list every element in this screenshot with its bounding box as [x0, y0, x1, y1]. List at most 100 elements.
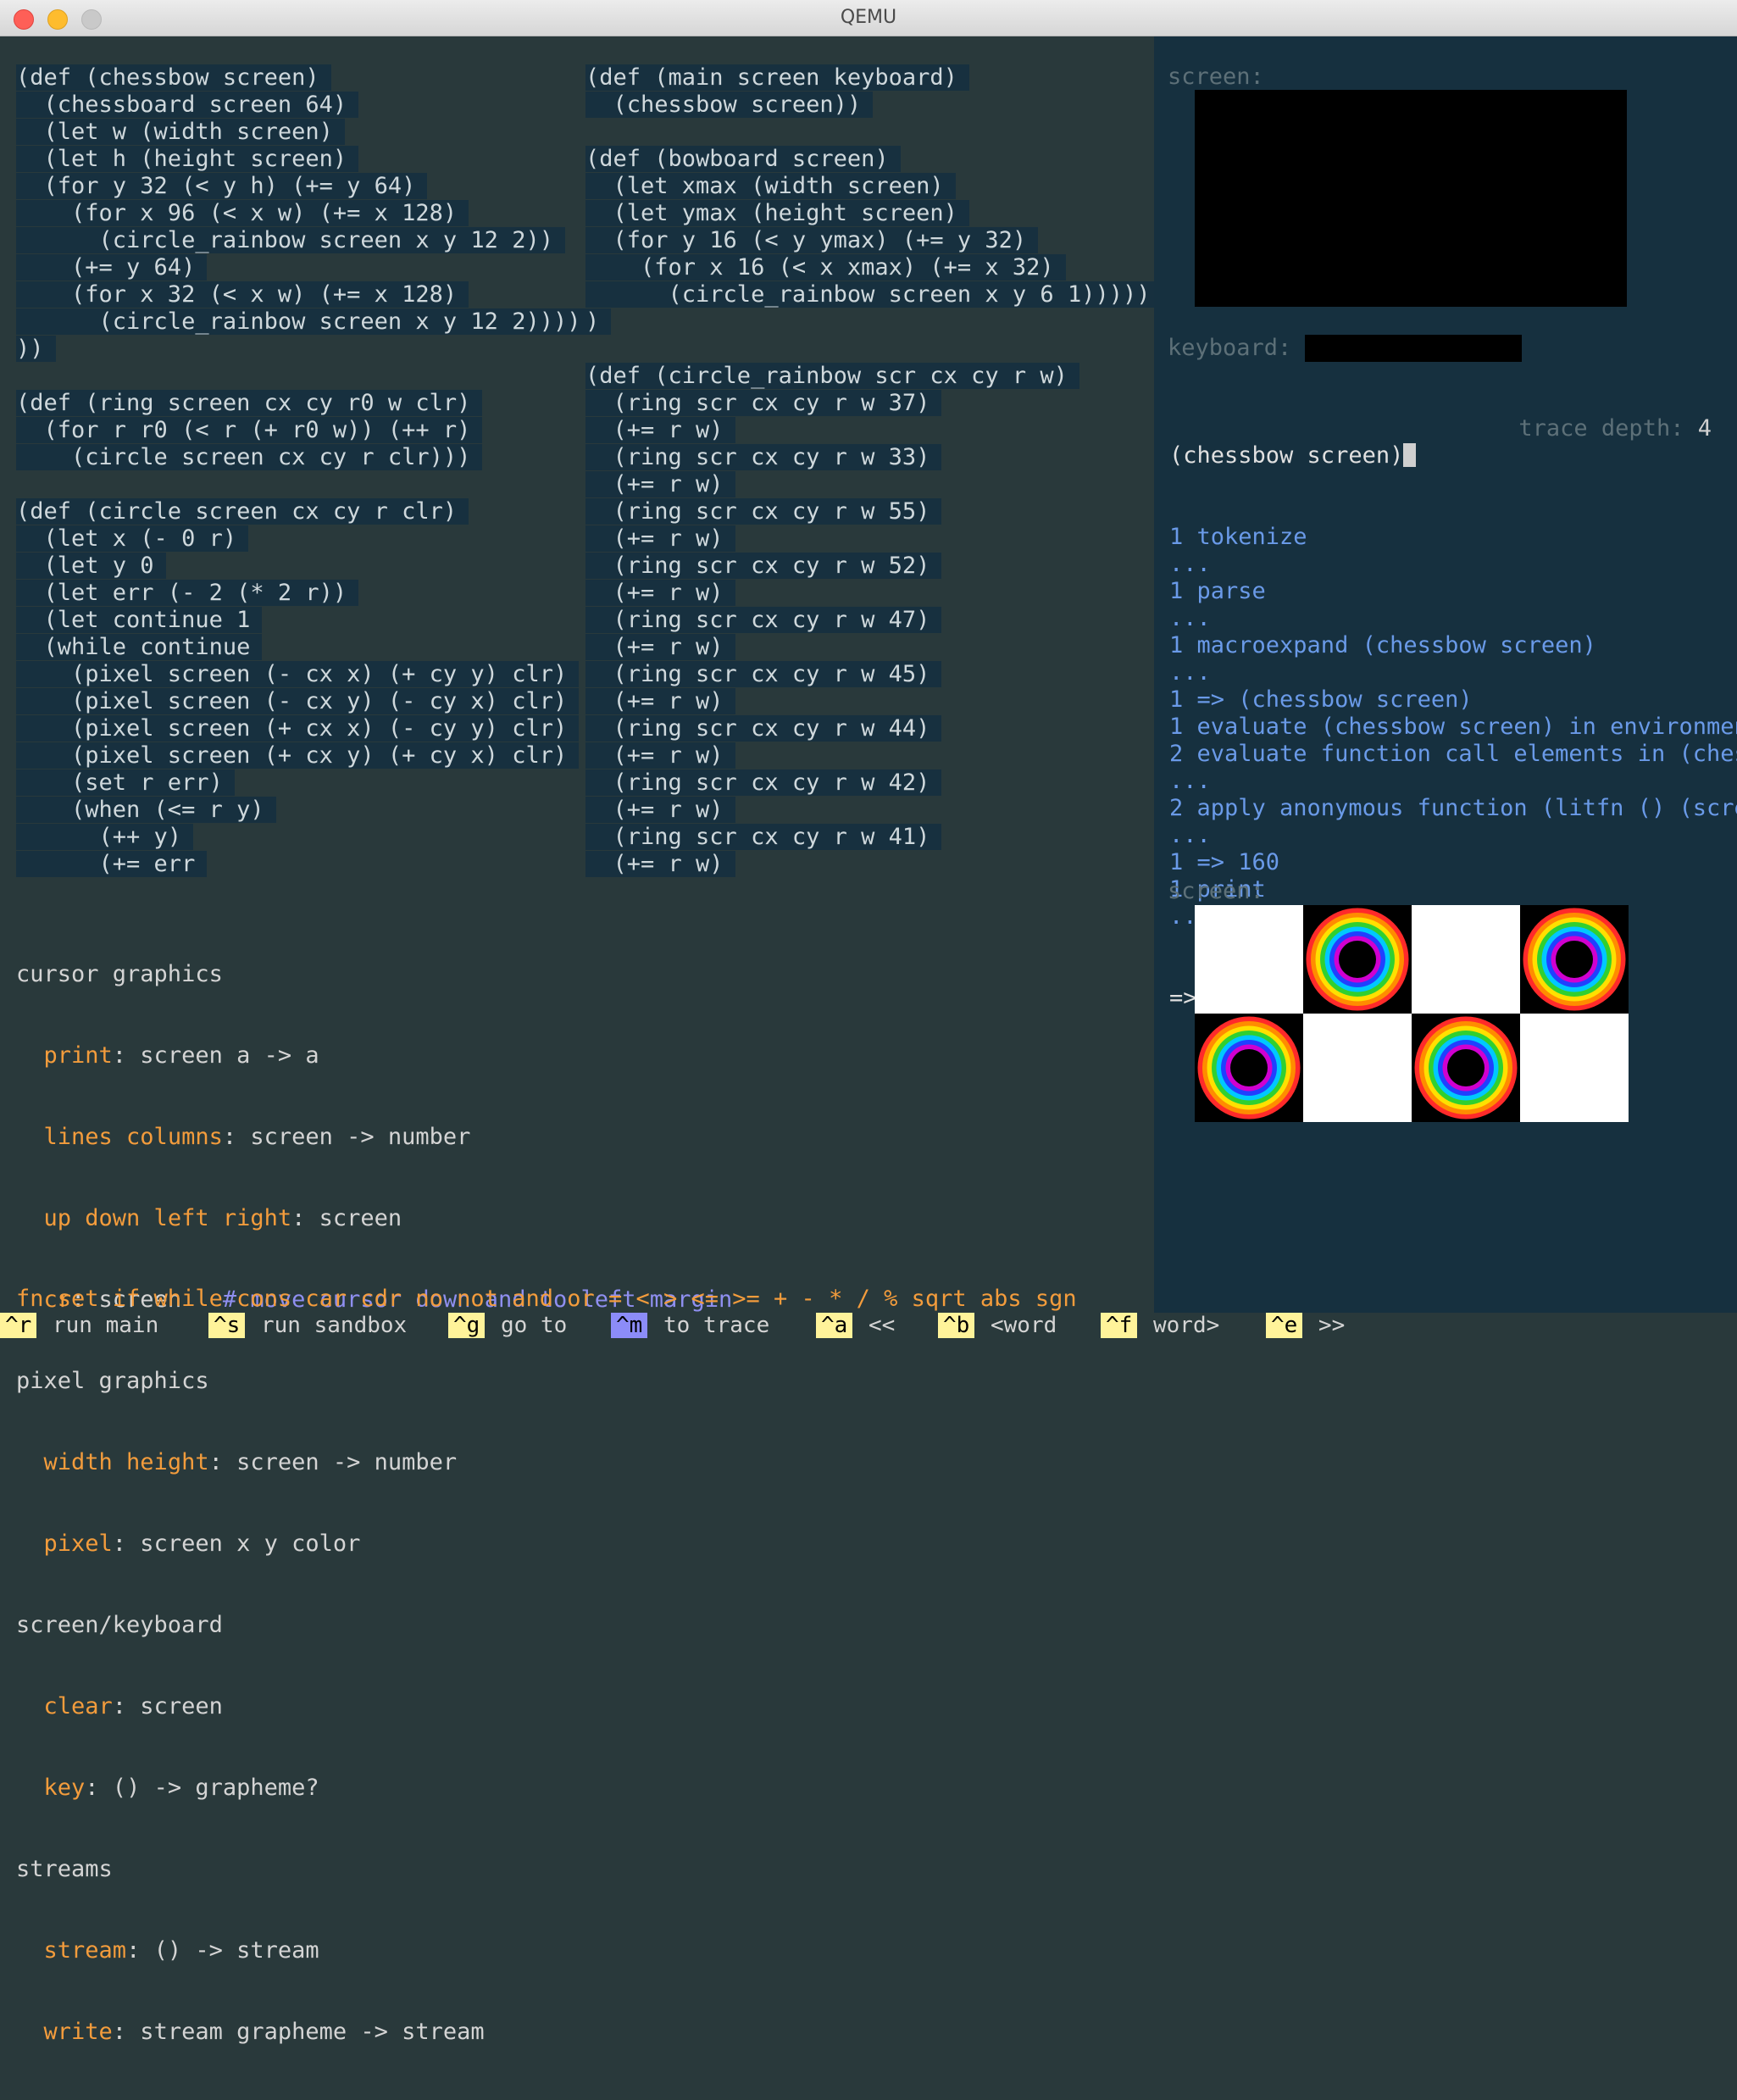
code-line[interactable]: (while continue — [16, 634, 592, 661]
code-line[interactable]: (pixel screen (- cx y) (- cy x) clr) — [16, 688, 592, 715]
code-line[interactable]: (pixel screen (+ cx x) (- cy y) clr) — [16, 715, 592, 742]
code-line[interactable]: (++ y) — [16, 824, 592, 851]
shortcut-label[interactable]: <word — [991, 1313, 1057, 1338]
code-line[interactable]: (circle_rainbow screen x y 12 2)))) — [16, 308, 593, 336]
trace-line[interactable]: ... — [1169, 768, 1737, 795]
code-line[interactable] — [16, 363, 592, 390]
shortcut-label[interactable]: to trace — [663, 1313, 769, 1338]
code-line[interactable]: (ring scr cx cy r w 45) — [585, 661, 1162, 688]
shortcut-label[interactable]: word> — [1153, 1313, 1219, 1338]
code-line[interactable]: (circle_rainbow screen x y 12 2)) — [16, 227, 592, 254]
code-line[interactable]: (for y 32 (< y h) (+= y 64) — [16, 173, 592, 200]
code-line[interactable]: (def (circle screen cx cy r clr) — [16, 498, 592, 525]
code-line[interactable]: (let w (width screen) — [16, 119, 592, 146]
text-cursor — [1403, 443, 1417, 467]
shortcut-label[interactable]: run main — [53, 1313, 158, 1338]
shortcut-key[interactable]: ^f — [1101, 1313, 1138, 1338]
shortcut-key[interactable]: ^g — [448, 1313, 486, 1338]
code-line[interactable]: (let h (height screen) — [16, 146, 592, 173]
trace-line[interactable]: 2 apply anonymous function (litfn () (sc… — [1169, 795, 1737, 822]
trace-line[interactable]: ... — [1169, 659, 1737, 686]
code-line[interactable]: (def (bowboard screen) — [585, 146, 1162, 173]
shortcut-key[interactable]: ^a — [816, 1313, 853, 1338]
code-line[interactable]: (ring scr cx cy r w 47) — [585, 607, 1162, 634]
shortcut-label[interactable]: << — [868, 1313, 895, 1338]
shortcut-key[interactable]: ^s — [208, 1313, 246, 1338]
keyboard-input[interactable] — [1305, 335, 1522, 362]
code-line[interactable]: (+= r w) — [585, 742, 1162, 769]
code-line[interactable]: (+= r w) — [585, 417, 1162, 444]
code-line[interactable]: (+= r w) — [585, 580, 1162, 607]
shortcut-key[interactable]: ^b — [938, 1313, 975, 1338]
trace-line[interactable]: 2 evaluate function call elements in (ch… — [1169, 741, 1737, 768]
code-line[interactable]: (+= r w) — [585, 525, 1162, 553]
code-line[interactable]: (set r err) — [16, 769, 592, 797]
sandbox-pane[interactable]: screen: keyboard: (chessbow screen) 1 to… — [1154, 36, 1737, 1313]
code-line[interactable] — [16, 471, 592, 498]
code-line[interactable]: (+= y 64) — [16, 254, 592, 281]
code-line[interactable]: (let err (- 2 (* 2 r)) — [16, 580, 592, 607]
code-line[interactable]: (+= r w) — [585, 797, 1162, 824]
definitions-column-2[interactable]: (def (main screen keyboard) (chessbow sc… — [585, 64, 1163, 878]
code-line[interactable]: (+= r w) — [585, 688, 1162, 715]
code-line[interactable]: (circle screen cx cy r clr))) — [16, 444, 592, 471]
code-line[interactable]: (ring scr cx cy r w 37) — [585, 390, 1162, 417]
code-line[interactable]: (for x 16 (< x xmax) (+= x 32) — [585, 254, 1162, 281]
code-line[interactable]: (+= r w) — [585, 634, 1162, 661]
code-line[interactable] — [585, 119, 1162, 146]
code-line[interactable]: (ring scr cx cy r w 55) — [585, 498, 1162, 525]
code-line[interactable]: (def (main screen keyboard) — [585, 64, 1162, 92]
code-line[interactable] — [585, 336, 1162, 363]
code-line-text: (circle_rainbow screen x y 12 2)))) — [16, 308, 593, 335]
code-line[interactable]: ) — [585, 308, 1162, 336]
trace-line[interactable]: ... — [1169, 822, 1737, 849]
code-line[interactable]: )) — [16, 336, 592, 363]
code-line[interactable]: (for x 32 (< x w) (+= x 128) — [16, 281, 592, 308]
code-line[interactable]: (def (ring screen cx cy r0 w clr) — [16, 390, 592, 417]
trace-line[interactable]: 1 macroexpand (chessbow screen) — [1169, 632, 1737, 659]
code-line[interactable]: (+= r w) — [585, 851, 1162, 878]
trace-line[interactable]: 1 parse — [1169, 578, 1737, 605]
rainbow-circle-cell — [1412, 1014, 1520, 1122]
shortcut-key[interactable]: ^m — [611, 1313, 648, 1338]
code-line[interactable]: (+= r w) — [585, 471, 1162, 498]
trace-line[interactable]: 1 => (chessbow screen) — [1169, 686, 1737, 714]
code-line[interactable]: (ring scr cx cy r w 44) — [585, 715, 1162, 742]
shortcut-key[interactable]: ^r — [0, 1313, 37, 1338]
code-line[interactable]: (let x (- 0 r) — [16, 525, 592, 553]
trace-line[interactable]: ... — [1169, 605, 1737, 632]
sandbox-input[interactable]: (chessbow screen) — [1169, 442, 1403, 469]
code-line[interactable]: (pixel screen (- cx x) (+ cy y) clr) — [16, 661, 592, 688]
shortcut-label[interactable]: run sandbox — [261, 1313, 407, 1338]
code-line[interactable]: (let xmax (width screen) — [585, 173, 1162, 200]
definitions-column-1[interactable]: (def (chessbow screen) (chessboard scree… — [16, 64, 593, 878]
definitions-pane[interactable]: (def (chessbow screen) (chessboard scree… — [0, 36, 1163, 2045]
code-line[interactable]: (when (<= r y) — [16, 797, 592, 824]
trace-line[interactable]: 1 evaluate (chessbow screen) in environm… — [1169, 714, 1737, 741]
code-line[interactable]: (for r r0 (< r (+ r0 w)) (++ r) — [16, 417, 592, 444]
code-line[interactable]: (for x 96 (< x w) (+= x 128) — [16, 200, 592, 227]
code-line[interactable]: (chessbow screen)) — [585, 92, 1162, 119]
code-line[interactable]: (def (chessbow screen) — [16, 64, 592, 92]
shortcut-label[interactable]: >> — [1318, 1313, 1345, 1338]
code-line-text: (for r r0 (< r (+ r0 w)) (++ r) — [16, 417, 483, 443]
code-line[interactable]: (+= err — [16, 851, 592, 878]
code-line[interactable]: (ring scr cx cy r w 41) — [585, 824, 1162, 851]
code-line-text: (+= r w) — [585, 742, 735, 769]
trace-line[interactable]: 1 => 160 — [1169, 849, 1737, 876]
shortcut-key[interactable]: ^e — [1266, 1313, 1303, 1338]
code-line[interactable]: (def (circle_rainbow scr cx cy r w) — [585, 363, 1162, 390]
code-line[interactable]: (for y 16 (< y ymax) (+= y 32) — [585, 227, 1162, 254]
code-line[interactable]: (pixel screen (+ cx y) (+ cy x) clr) — [16, 742, 592, 769]
trace-line[interactable]: 1 tokenize — [1169, 524, 1737, 551]
code-line[interactable]: (ring scr cx cy r w 42) — [585, 769, 1162, 797]
shortcut-label[interactable]: go to — [501, 1313, 567, 1338]
code-line[interactable]: (chessboard screen 64) — [16, 92, 592, 119]
code-line[interactable]: (let ymax (height screen) — [585, 200, 1162, 227]
code-line[interactable]: (ring scr cx cy r w 33) — [585, 444, 1162, 471]
code-line[interactable]: (let continue 1 — [16, 607, 592, 634]
code-line[interactable]: (circle_rainbow screen x y 6 1))))) — [585, 281, 1163, 308]
trace-line[interactable]: ... — [1169, 551, 1737, 578]
code-line[interactable]: (let y 0 — [16, 553, 592, 580]
code-line[interactable]: (ring scr cx cy r w 52) — [585, 553, 1162, 580]
